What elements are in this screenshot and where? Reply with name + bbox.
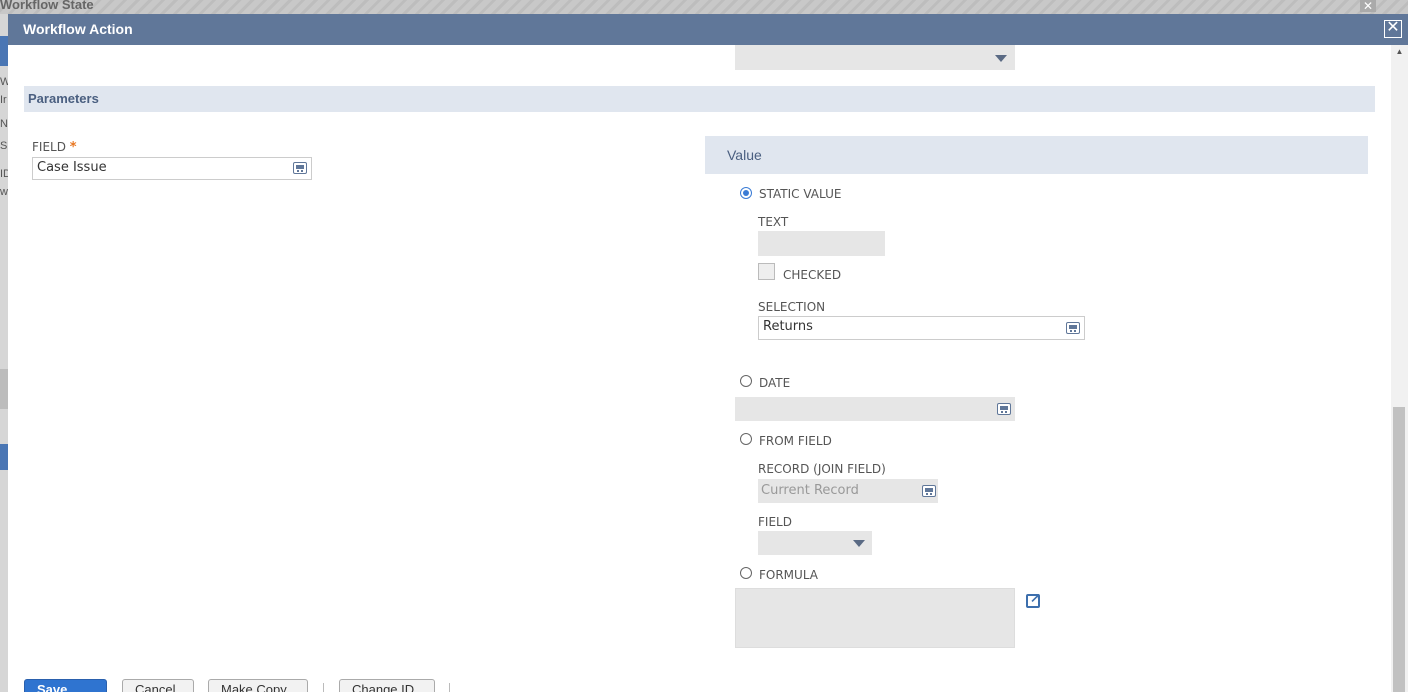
static-value-radio[interactable] [740, 187, 752, 199]
dialog-content: Parameters FIELD * Case Issue Value STAT… [8, 45, 1391, 692]
scroll-up-icon[interactable]: ▲ [1391, 47, 1408, 61]
background-blue-block [0, 36, 8, 66]
checked-checkbox[interactable] [758, 263, 775, 280]
background-page-strip: W Ir N S ID w [0, 14, 11, 692]
background-grey-block [0, 369, 8, 409]
background-letter: ID [0, 168, 11, 180]
make-copy-button-label: Make Copy [221, 682, 287, 692]
static-value-label: STATIC VALUE [759, 187, 842, 201]
background-letter: S [0, 140, 8, 152]
selection-label: SELECTION [758, 300, 826, 314]
vertical-scrollbar[interactable]: ▲ [1391, 45, 1408, 692]
background-letter: N [0, 118, 8, 130]
change-id-button[interactable]: Change ID [339, 679, 435, 692]
list-icon[interactable] [922, 485, 936, 497]
required-marker: * [69, 140, 77, 155]
calendar-icon[interactable] [997, 403, 1011, 415]
field-select[interactable]: Case Issue [32, 157, 312, 180]
text-input[interactable] [758, 231, 885, 256]
record-placeholder: Current Record [761, 483, 859, 498]
from-field-field-select[interactable] [758, 531, 872, 555]
formula-radio[interactable] [740, 567, 752, 579]
selection-value: Returns [763, 319, 813, 334]
background-close-icon: ✕ [1360, 0, 1376, 12]
scroll-thumb[interactable] [1393, 407, 1405, 692]
open-external-icon[interactable] [1026, 590, 1041, 608]
formula-label: FORMULA [759, 568, 818, 582]
background-letter: w [0, 186, 8, 198]
date-radio[interactable] [740, 375, 752, 387]
chevron-down-icon [853, 540, 865, 547]
value-section-title: Value [727, 147, 762, 163]
from-field-label: FROM FIELD [759, 434, 832, 448]
cancel-button-label: Cancel [135, 682, 176, 692]
background-window-title: Workflow State [0, 0, 1408, 14]
dialog-header: Workflow Action [8, 14, 1408, 45]
list-icon[interactable] [1066, 322, 1080, 334]
make-copy-button[interactable]: Make Copy [208, 679, 308, 692]
list-icon[interactable] [293, 162, 307, 174]
value-section-header: Value [705, 136, 1368, 174]
background-letter: W [0, 76, 11, 88]
field-label: FIELD * [32, 140, 77, 155]
field-label-text: FIELD [32, 140, 66, 154]
save-button-label: Save [37, 682, 68, 692]
background-title-text: Workflow State [0, 0, 94, 12]
save-button[interactable]: Save [24, 679, 107, 692]
record-join-field-label: RECORD (JOIN FIELD) [758, 462, 886, 476]
from-field-radio[interactable] [740, 433, 752, 445]
text-label: TEXT [758, 215, 789, 229]
parameters-section-title: Parameters [28, 91, 99, 106]
cancel-button[interactable]: Cancel [122, 679, 194, 692]
button-separator [323, 683, 324, 692]
workflow-action-dialog: Workflow Action ✕ Parameters FIELD * Cas… [8, 14, 1408, 692]
date-label: DATE [759, 376, 791, 390]
record-join-field-select[interactable]: Current Record [758, 479, 938, 503]
close-icon[interactable]: ✕ [1384, 20, 1402, 38]
dialog-title: Workflow Action [23, 21, 133, 37]
top-select[interactable] [735, 45, 1015, 70]
background-blue-tab [0, 444, 8, 470]
field-select-value: Case Issue [37, 160, 107, 175]
formula-textarea[interactable] [735, 588, 1015, 648]
date-input[interactable] [735, 397, 1015, 421]
from-field-field-label: FIELD [758, 515, 792, 529]
background-letter: Ir [0, 94, 7, 106]
parameters-section-header: Parameters [24, 86, 1375, 112]
checked-label: CHECKED [783, 268, 842, 282]
selection-select[interactable]: Returns [758, 316, 1085, 340]
button-separator [449, 683, 450, 692]
change-id-button-label: Change ID [352, 682, 415, 692]
chevron-down-icon [995, 55, 1007, 62]
